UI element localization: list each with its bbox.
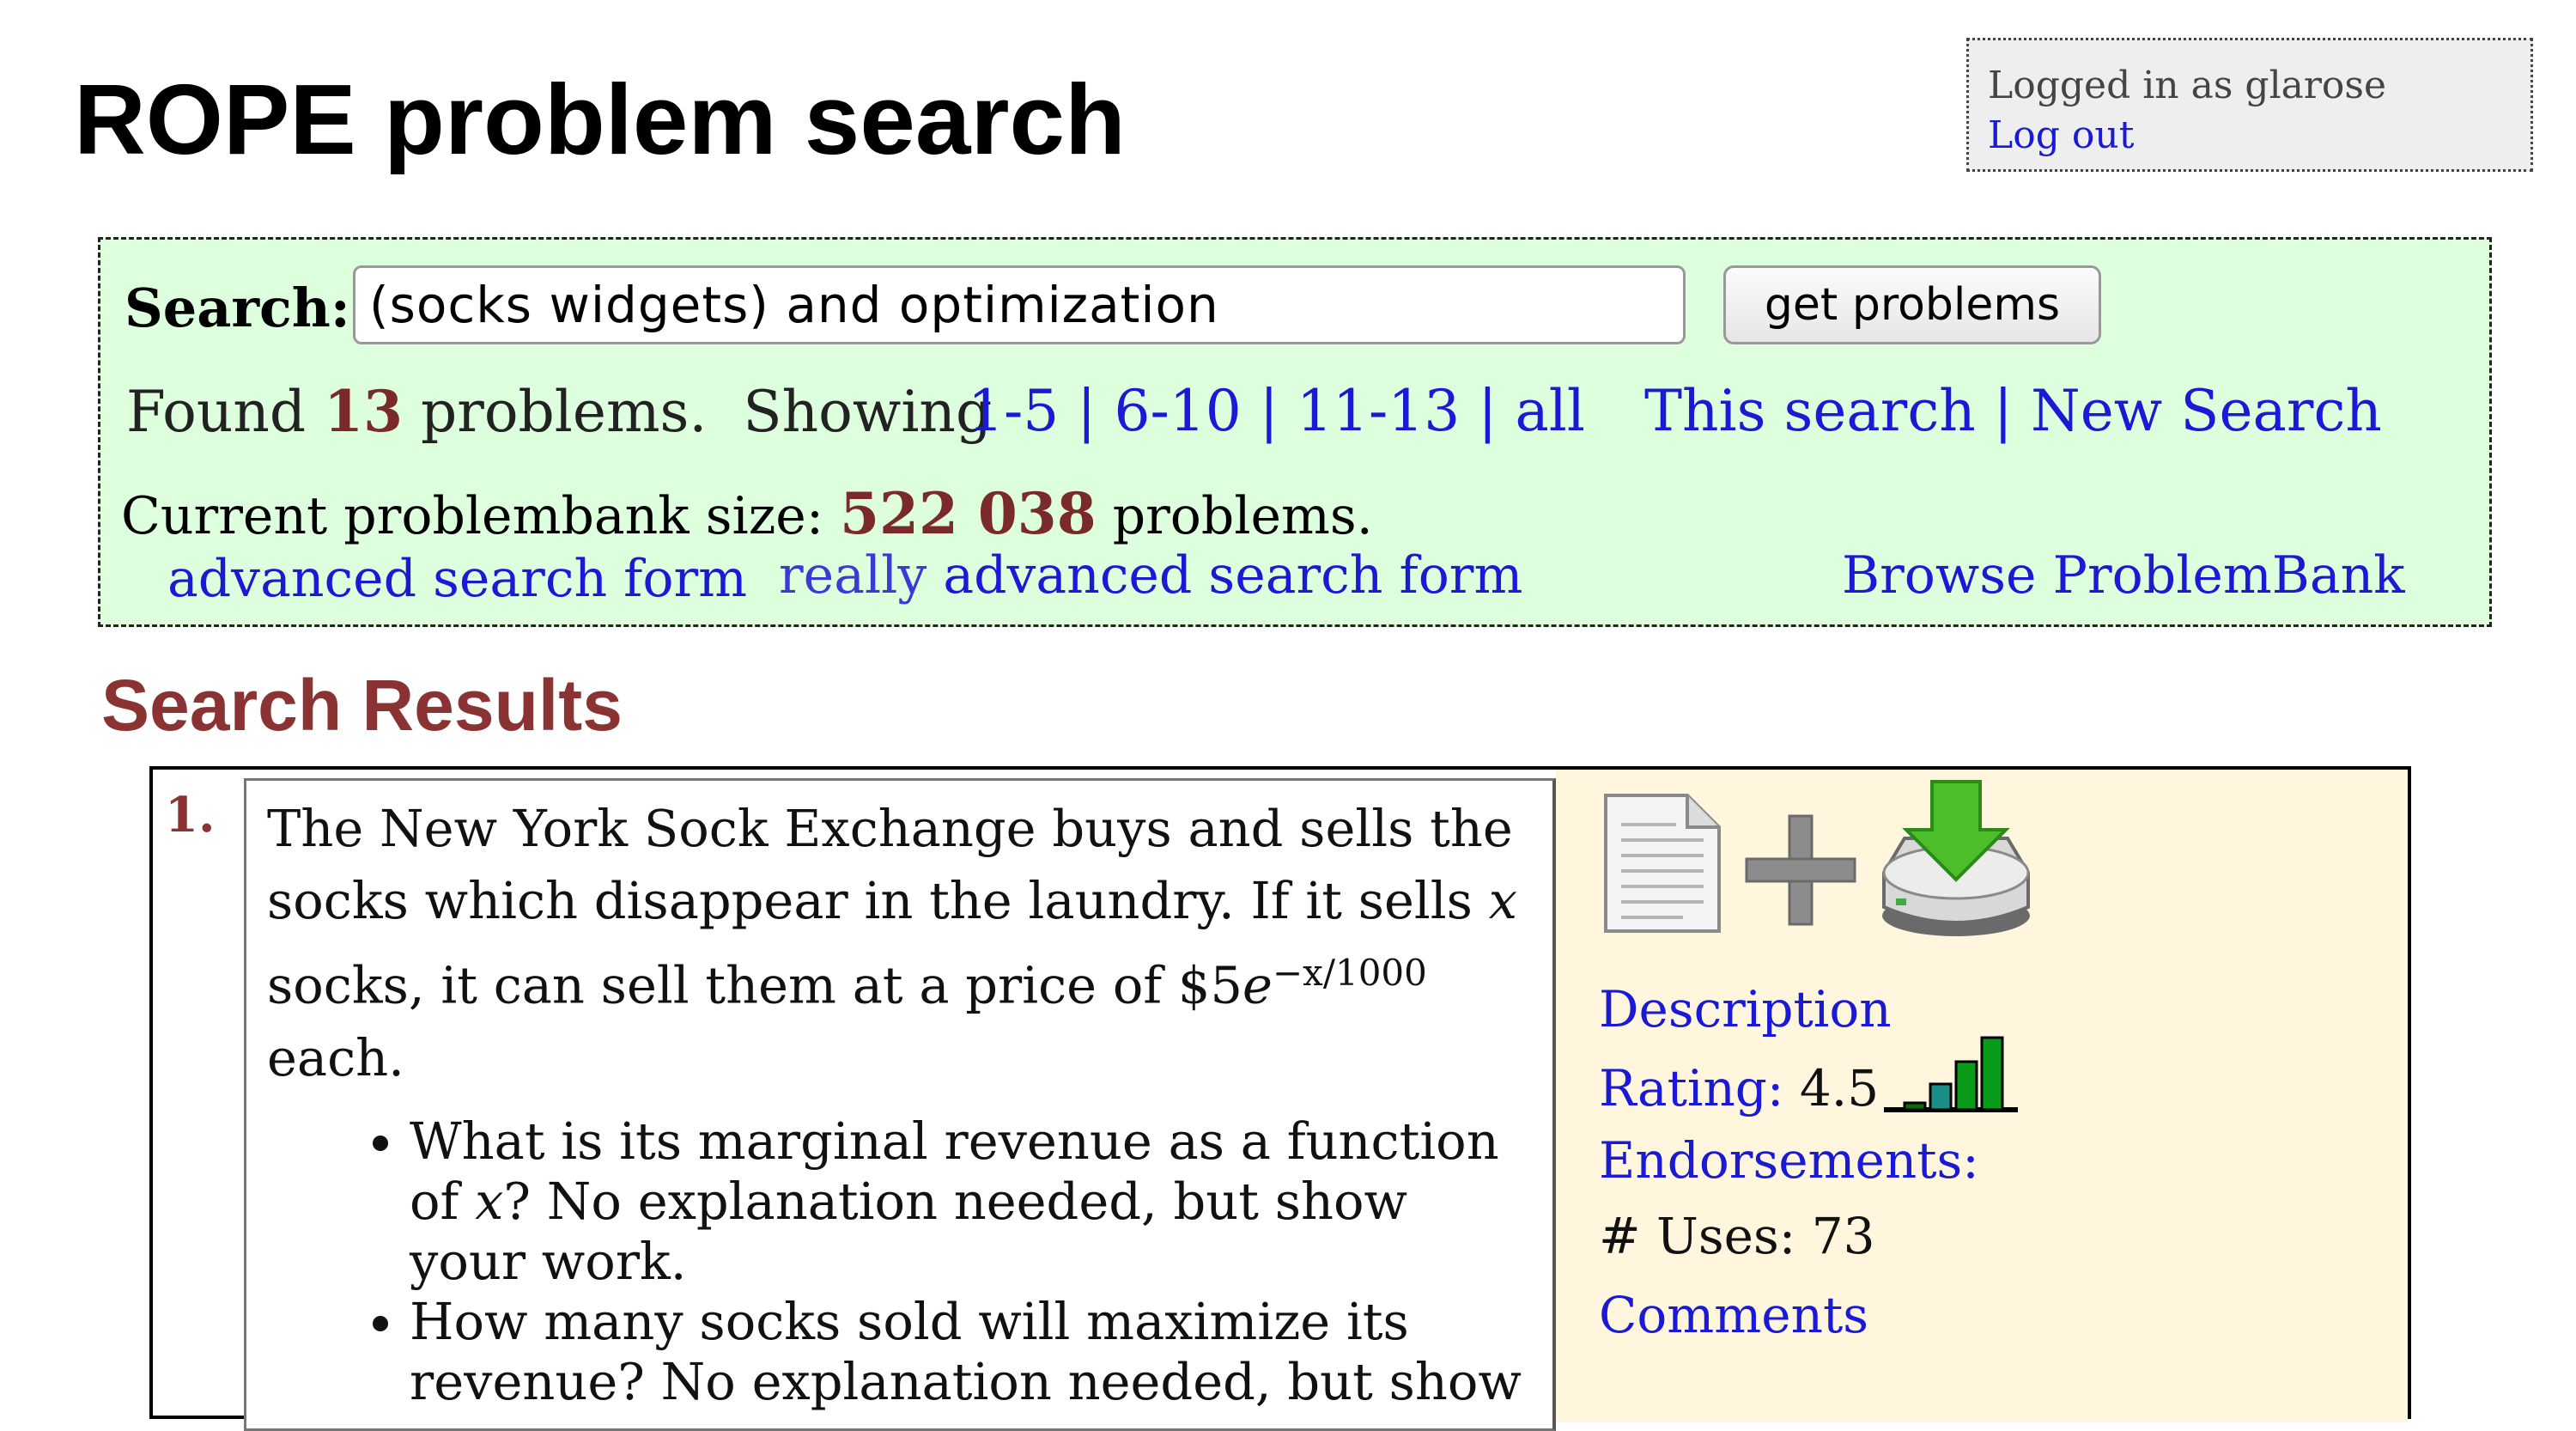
bullet-item: What is its marginal revenue as a functi…	[410, 1111, 1532, 1292]
bullet-text-after: ? No explanation needed, but show your w…	[410, 1171, 1408, 1291]
really-advanced-search: really advanced search form	[779, 544, 1522, 607]
comments-link[interactable]: Comments	[1599, 1285, 1868, 1345]
problem-statement: The New York Sock Exchange buys and sell…	[267, 793, 1532, 1094]
bank-suffix: problems.	[1112, 486, 1373, 546]
page-link-1-5[interactable]: 1-5	[968, 378, 1059, 444]
login-box: Logged in as glarose Log out	[1966, 38, 2533, 172]
rating: Rating: 4.5	[1599, 1058, 1879, 1118]
page-link-6-10[interactable]: 6-10	[1115, 378, 1242, 444]
download-icon[interactable]	[1879, 778, 2033, 941]
problem-text: The New York Sock Exchange buys and sell…	[244, 778, 1556, 1431]
uses-count: # Uses: 73	[1599, 1207, 1875, 1265]
bullet-text: How many socks sold will maximize its re…	[410, 1291, 1522, 1411]
endorsements-link[interactable]: Endorsements:	[1599, 1130, 1979, 1190]
advanced-search-link[interactable]: advanced search form	[167, 547, 747, 611]
problem-text-line3: each.	[267, 1027, 404, 1087]
found-suffix: problems.	[421, 379, 708, 445]
page-title: ROPE problem search	[74, 64, 1126, 175]
document-icon[interactable]	[1597, 790, 1726, 936]
get-problems-button[interactable]: get problems	[1723, 265, 2101, 344]
rating-value: 4.5	[1799, 1059, 1880, 1117]
description-link[interactable]: Description	[1599, 979, 1892, 1039]
problem-bullets: What is its marginal revenue as a functi…	[267, 1111, 1532, 1412]
new-search-link[interactable]: New Search	[2031, 378, 2382, 444]
math-exponent: −x/1000	[1272, 952, 1427, 994]
results-heading: Search Results	[101, 665, 623, 746]
pagination: 1-5 | 6-10 | 11-13 | all	[968, 378, 1586, 444]
problem-actions-panel: Description Rating: 4.5 Endorsements: # …	[1556, 770, 2408, 1422]
math-var-x: x	[475, 1171, 504, 1231]
showing-label: Showing	[743, 379, 993, 445]
problembank-size: Current problembank size: 522 038 proble…	[121, 484, 1373, 546]
problem-text-line2: socks, it can sell them at a price of $5	[267, 955, 1243, 1015]
math-var-x: x	[1488, 871, 1517, 930]
page-link-all[interactable]: all	[1515, 378, 1585, 444]
bank-prefix: Current problembank size:	[121, 486, 824, 546]
result-number: 1.	[165, 787, 216, 843]
problem-text-line1: The New York Sock Exchange buys and sell…	[267, 799, 1513, 930]
rating-link[interactable]: Rating:	[1599, 1059, 1783, 1117]
browse-problembank-link[interactable]: Browse ProblemBank	[1842, 544, 2405, 607]
bank-size-value: 522 038	[840, 480, 1097, 547]
found-summary: Found 13 problems. Showing	[126, 377, 992, 447]
bullet-item: How many socks sold will maximize its re…	[410, 1292, 1532, 1412]
math-e: e	[1242, 955, 1273, 1015]
really-word: really	[779, 545, 927, 606]
search-label: Search:	[125, 277, 350, 339]
search-links: This search | New Search	[1644, 378, 2382, 444]
search-input[interactable]	[353, 265, 1686, 344]
really-advanced-search-link[interactable]: advanced search form	[943, 545, 1522, 606]
this-search-link[interactable]: This search	[1644, 378, 1976, 444]
page-link-11-13[interactable]: 11-13	[1297, 378, 1460, 444]
found-count: 13	[324, 378, 404, 445]
search-panel: Search: get problems Found 13 problems. …	[98, 237, 2492, 627]
login-status: Logged in as glarose	[1988, 64, 2387, 107]
signal-bars-icon	[1884, 1036, 2018, 1112]
found-prefix: Found	[126, 379, 307, 445]
logout-link[interactable]: Log out	[1988, 111, 2512, 161]
plus-icon[interactable]	[1743, 813, 1858, 928]
result-item: 1. The New York Sock Exchange buys and s…	[149, 766, 2411, 1431]
